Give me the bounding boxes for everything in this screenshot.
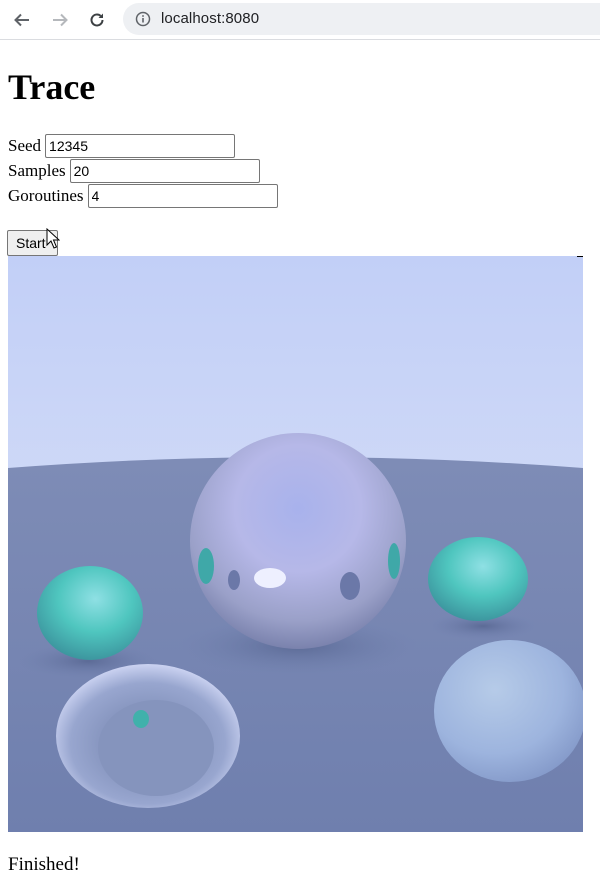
goroutines-row: Goroutines [8, 184, 278, 208]
seed-label: Seed [8, 136, 42, 155]
page-title: Trace [8, 67, 96, 107]
forward-button[interactable] [46, 6, 74, 34]
address-bar[interactable]: localhost:8080 [123, 3, 600, 35]
info-icon[interactable] [135, 11, 151, 27]
samples-label: Samples [8, 161, 66, 180]
samples-row: Samples [8, 159, 260, 183]
goroutines-input[interactable] [87, 184, 278, 208]
seed-row: Seed [8, 134, 236, 158]
start-button[interactable]: Start [7, 230, 58, 256]
back-button[interactable] [8, 6, 36, 34]
reload-button[interactable] [83, 6, 111, 34]
url-text: localhost:8080 [161, 10, 260, 27]
browser-toolbar: localhost:8080 [0, 0, 600, 40]
reload-icon [90, 13, 104, 27]
render-output-image [8, 256, 583, 832]
canvas-corner-mark [577, 256, 583, 257]
page-content: Trace Seed Samples Goroutines Start [0, 40, 600, 887]
back-icon [14, 13, 29, 27]
status-text: Finished! [8, 854, 80, 875]
forward-icon [53, 13, 68, 27]
goroutines-label: Goroutines [8, 186, 84, 205]
samples-input[interactable] [69, 159, 260, 183]
seed-input[interactable] [45, 134, 236, 158]
